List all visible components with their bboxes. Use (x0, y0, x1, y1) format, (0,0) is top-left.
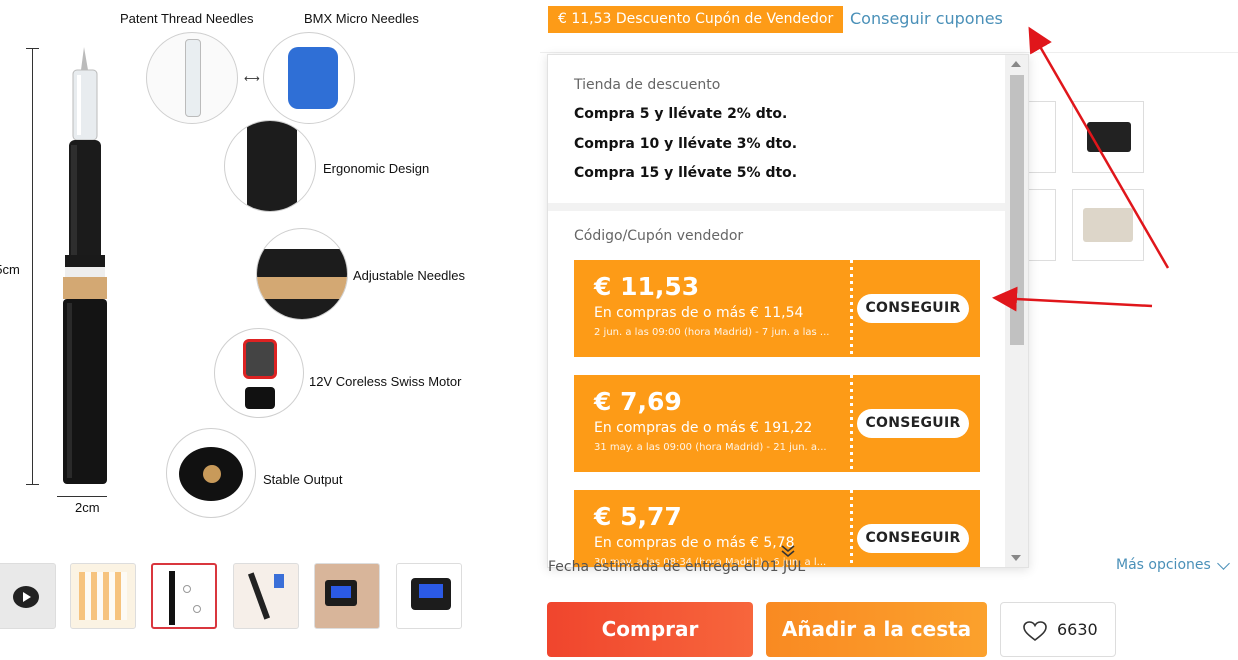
divider (540, 52, 1238, 53)
coupon-separator (850, 260, 853, 357)
thumbnail-item[interactable] (70, 563, 136, 629)
stable-output-label: Stable Output (263, 472, 343, 487)
more-options-link[interactable]: Más opciones (1116, 557, 1211, 573)
height-dimension-cap (26, 48, 39, 49)
thumbnail-item[interactable] (396, 563, 462, 629)
get-coupon-button[interactable]: CONSEGUIR (857, 409, 969, 438)
thumbnail-video[interactable] (0, 563, 56, 629)
coupon-card: € 11,53 En compras de o más € 11,54 2 ju… (571, 260, 983, 357)
coupon-dates: 31 may. a las 09:00 (hora Madrid) - 21 j… (594, 442, 827, 453)
thumbnail-item[interactable] (314, 563, 380, 629)
adjustable-label: Adjustable Needles (353, 268, 466, 283)
store-discount-title: Tienda de descuento (574, 77, 721, 93)
seller-coupon-title: Código/Cupón vendedor (574, 228, 744, 244)
coupon-minimum: En compras de o más € 5,78 (594, 535, 795, 551)
width-dimension-line (57, 496, 107, 497)
variant-image[interactable] (1072, 101, 1144, 173)
get-coupon-button[interactable]: CONSEGUIR (857, 294, 969, 323)
get-coupons-link[interactable]: Conseguir cupones (850, 7, 1003, 31)
height-dimension-label: 15cm (0, 262, 20, 277)
ergonomic-label: Ergonomic Design (323, 161, 430, 176)
product-main-image: 15cm 2cm Patent Thread Needles BMX Micro… (0, 0, 520, 550)
wishlist-count: 6630 (1057, 620, 1098, 639)
buy-button[interactable]: Comprar (547, 602, 753, 657)
heart-icon (1023, 621, 1047, 642)
coupon-amount: € 11,53 (594, 272, 700, 301)
thumbnail-item[interactable] (233, 563, 299, 629)
coupon-amount: € 7,69 (594, 387, 682, 416)
scroll-down-icon[interactable] (1011, 555, 1021, 561)
delivery-estimate: Fecha estimada de entrega el 01 JUL (548, 559, 806, 575)
coupon-dates: 2 jun. a las 09:00 (hora Madrid) - 7 jun… (594, 327, 830, 338)
promo-item: Compra 15 y llévate 5% dto. (574, 165, 798, 181)
popup-scrollbar[interactable] (1005, 55, 1028, 567)
height-dimension-line (32, 48, 33, 484)
coupon-minimum: En compras de o más € 11,54 (594, 305, 804, 321)
bmx-needle-circle (263, 32, 355, 124)
tattoo-pen-illustration (63, 47, 107, 484)
variant-image[interactable] (1072, 189, 1144, 261)
wishlist-button[interactable]: 6630 (1000, 602, 1116, 657)
ergonomic-circle (224, 120, 316, 212)
bmx-needles-label: BMX Micro Needles (304, 11, 419, 26)
motor-circle (214, 328, 304, 418)
section-divider (548, 203, 1006, 211)
coupon-amount: € 5,77 (594, 502, 682, 531)
chevron-down-icon[interactable] (1217, 557, 1230, 570)
get-coupon-button[interactable]: CONSEGUIR (857, 524, 969, 553)
stable-output-circle (166, 428, 256, 518)
swap-arrow: ⟷ (244, 72, 260, 85)
thumbnail-strip (0, 563, 470, 631)
add-to-cart-button[interactable]: Añadir a la cesta (766, 602, 987, 657)
coupon-card: € 5,77 En compras de o más € 5,78 30 may… (571, 490, 983, 567)
width-dimension-label: 2cm (75, 500, 100, 515)
scroll-up-icon[interactable] (1011, 61, 1021, 67)
coupon-separator (850, 490, 853, 567)
scrollbar-thumb[interactable] (1010, 75, 1024, 345)
coupon-separator (850, 375, 853, 472)
seller-coupon-tag: € 11,53 Descuento Cupón de Vendedor (548, 6, 844, 33)
thumbnail-item-active[interactable] (151, 563, 217, 629)
height-dimension-cap (26, 484, 39, 485)
coupon-minimum: En compras de o más € 191,22 (594, 420, 813, 436)
coupon-card: € 7,69 En compras de o más € 191,22 31 m… (571, 375, 983, 472)
patent-needle-circle (146, 32, 238, 124)
promo-item: Compra 10 y llévate 3% dto. (574, 136, 798, 152)
coupon-popup: Tienda de descuento Compra 5 y llévate 2… (547, 54, 1029, 568)
adjustable-circle (256, 228, 348, 320)
promo-item: Compra 5 y llévate 2% dto. (574, 106, 788, 122)
patent-needles-label: Patent Thread Needles (120, 11, 254, 26)
motor-label: 12V Coreless Swiss Motor (309, 374, 462, 389)
